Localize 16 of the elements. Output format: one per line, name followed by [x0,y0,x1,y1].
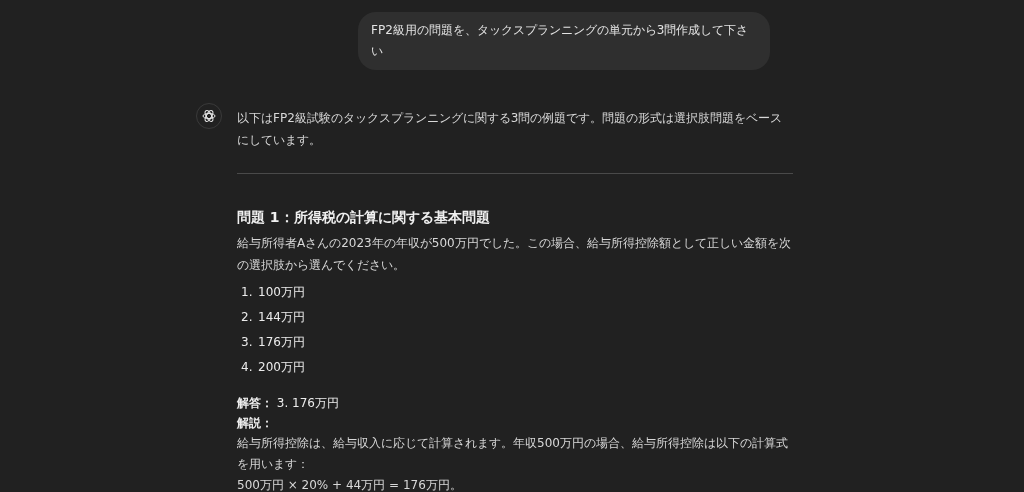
explanation-label: 解説： [237,415,274,432]
choice-text: 100万円 [258,283,305,301]
choice-text: 144万円 [258,308,305,326]
choice-number: 1. [241,283,254,301]
question-text: 給与所得者Aさんの2023年の年収が500万円でした。この場合、給与所得控除額として正しい金額を次の選択肢から選んでください。 [237,235,792,274]
choice-number: 3. [241,333,254,351]
choice-number: 2. [241,308,254,326]
answer-text: 解答： 3. 176万円 [237,395,340,412]
user-message-bubble: FP2級用の問題を、タックスプランニングの単元から3問作成して下さい [358,12,770,70]
explanation-text: 給与所得控除は、給与収入に応じて計算されます。年収500万円の場合、給与所得控除は以下の計算式を用います： [237,435,789,473]
intro-text: 以下はFP2級試験のタックスプランニングに関する3問の例題です。問題の形式は選択肢問題をベースにしています。 [237,110,784,149]
choice-text: 176万円 [258,333,305,351]
choice-number: 4. [241,358,254,376]
choice-text: 200万円 [258,358,305,376]
formula-text: 500万円 × 20% + 44万円 = 176万円。 [237,477,463,492]
question-heading: 問題 1：所得税の計算に関する基本問題 [237,208,491,227]
